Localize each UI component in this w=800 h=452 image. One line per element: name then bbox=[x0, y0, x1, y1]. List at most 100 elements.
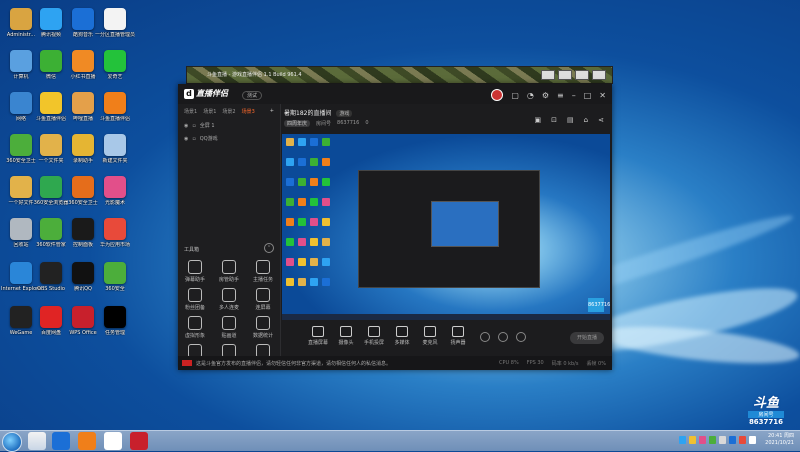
control-label: 麦克风 bbox=[422, 340, 438, 346]
explorer-taskbar-icon[interactable] bbox=[28, 432, 46, 450]
preview-desktop-icon bbox=[310, 198, 318, 206]
category-pill[interactable]: 四周年庆 bbox=[284, 120, 311, 127]
tray-icon[interactable] bbox=[679, 436, 686, 444]
notice-icon[interactable]: ⌂ bbox=[584, 116, 588, 124]
camo-btn-c[interactable] bbox=[575, 70, 589, 80]
stream-title[interactable]: 暑期182的直播间 bbox=[284, 110, 331, 117]
stream-tag[interactable]: 游戏 bbox=[336, 110, 353, 117]
preview-desktop-icon bbox=[322, 178, 330, 186]
desktop-icon-recycle[interactable]: 新建文件夹 bbox=[96, 134, 134, 164]
360-icon bbox=[104, 262, 126, 284]
desktop-icon-label: 录制助手 bbox=[72, 158, 93, 164]
tool-multi-mic[interactable]: 多人连麦 bbox=[214, 288, 244, 311]
tool-danmu[interactable]: 弹幕助手 bbox=[180, 260, 210, 283]
tool-tasks[interactable]: 主播任务 bbox=[248, 260, 278, 283]
stream-stats: CPU 8% FPS 30 码率 0 kb/s 丢帧 0% bbox=[499, 360, 612, 367]
source-item[interactable]: ◉ ▫ QQ游戏 bbox=[178, 132, 280, 145]
control-phone-cast[interactable]: 手机投屏 bbox=[360, 326, 388, 346]
layout-icon[interactable]: ▣ bbox=[535, 116, 542, 124]
tool-room-admin[interactable]: 房管助手 bbox=[214, 260, 244, 283]
tool-stats[interactable]: 数据统计 bbox=[248, 316, 278, 339]
settings-icon[interactable]: ⚙ bbox=[542, 91, 549, 100]
tray-icon[interactable] bbox=[739, 436, 746, 444]
start-button[interactable] bbox=[2, 432, 22, 452]
tray-icon[interactable] bbox=[689, 436, 696, 444]
camo-btn-b[interactable] bbox=[558, 70, 572, 80]
red-taskbar-icon[interactable] bbox=[130, 432, 148, 450]
preview-desktop-icon bbox=[322, 278, 330, 286]
control-speaker[interactable]: 扬声器 bbox=[444, 326, 472, 346]
lock-icon[interactable]: ▫ bbox=[192, 136, 195, 142]
desktop-icon-black[interactable]: 任务管理 bbox=[96, 306, 134, 336]
desktop-icon-label: 新建文件夹 bbox=[102, 158, 128, 164]
trash-icon bbox=[10, 218, 32, 240]
bell-icon[interactable]: ◔ bbox=[527, 91, 534, 100]
tray-icon[interactable] bbox=[719, 436, 726, 444]
douyu-taskbar-icon[interactable] bbox=[78, 432, 96, 450]
add-scene-icon[interactable]: + bbox=[270, 108, 274, 115]
camo-window-titlebar[interactable]: 斗鱼直播 - 游戏直播伴侣 1.1 Build 961.4 bbox=[186, 66, 613, 84]
camo-btn-a[interactable] bbox=[541, 70, 555, 80]
notice-text[interactable]: 这是斗鱼官方发布的直播伴侣，请勿轻信任何非官方渠道，请勿相信任何人的私信消息。 bbox=[196, 360, 391, 367]
eye-icon[interactable]: ◉ bbox=[184, 136, 188, 142]
gear-icon[interactable] bbox=[516, 332, 526, 342]
desktop-icon-doc[interactable]: 一分区直播管理员 bbox=[95, 8, 135, 38]
record-icon[interactable]: ▤ bbox=[567, 116, 574, 124]
avatar[interactable] bbox=[491, 89, 504, 101]
toolbox-title: 工具箱 bbox=[184, 247, 200, 253]
k-icon bbox=[72, 8, 94, 30]
source-item[interactable]: ◉ ▫ 全屏 1 bbox=[178, 119, 280, 132]
scene-tabs: 场景1 场景1 场景2 场景3 + bbox=[178, 104, 280, 119]
stream-preview[interactable]: 8637716 bbox=[282, 134, 610, 320]
maximize-icon[interactable]: □ bbox=[584, 91, 592, 100]
video-icon[interactable] bbox=[480, 332, 490, 342]
tool-link-screen[interactable]: 连屏幕 bbox=[248, 288, 278, 311]
control-mic[interactable]: 麦克风 bbox=[416, 326, 444, 346]
skin-icon[interactable]: ▢ bbox=[511, 91, 519, 100]
desktop-icon-label: 小红书直播 bbox=[70, 74, 96, 80]
scene-tab-active[interactable]: 场景3 bbox=[242, 108, 255, 115]
scene-tab[interactable]: 场景1 bbox=[203, 108, 216, 115]
tool-label: 连屏幕 bbox=[255, 305, 271, 311]
camo-btn-d[interactable] bbox=[592, 70, 606, 80]
control-label: 扬声器 bbox=[450, 340, 466, 346]
control-media[interactable]: 多媒体 bbox=[388, 326, 416, 346]
tray-icon[interactable] bbox=[699, 436, 706, 444]
minimize-icon[interactable]: – bbox=[572, 91, 576, 100]
desktop-icon-360c[interactable]: 360安全 bbox=[96, 262, 134, 292]
desktop-icon-iqiyi[interactable]: 爱奇艺 bbox=[96, 50, 134, 80]
desktop-icon-douyu[interactable]: 斗鱼直播伴侣 bbox=[96, 92, 134, 122]
preview-desktop-icon bbox=[286, 178, 294, 186]
toolbox-collapse-icon[interactable]: ⌃ bbox=[264, 243, 274, 253]
tray-icon[interactable] bbox=[729, 436, 736, 444]
lock-icon[interactable]: ⊡ bbox=[551, 116, 557, 124]
source-label: QQ游戏 bbox=[199, 136, 218, 142]
tool-sticker[interactable]: 贴画道 bbox=[214, 316, 244, 339]
scene-tab[interactable]: 场景2 bbox=[222, 108, 235, 115]
menu-icon[interactable]: ≡ bbox=[557, 91, 564, 100]
control-screen[interactable]: 直播屏幕 bbox=[304, 326, 332, 346]
desktop-icon-color[interactable]: 光影魔术 bbox=[96, 176, 134, 206]
eye-icon[interactable]: ◉ bbox=[184, 123, 188, 129]
version-badge[interactable]: 测试 bbox=[242, 91, 263, 100]
kugou-taskbar-icon[interactable] bbox=[52, 432, 70, 450]
scene-tab[interactable]: 场景1 bbox=[184, 108, 197, 115]
preview-desktop-icon bbox=[298, 238, 306, 246]
go-live-button[interactable]: 开始直播 bbox=[570, 332, 604, 344]
desktop-icon-hua[interactable]: 华为应用市场 bbox=[96, 218, 134, 248]
volume-icon[interactable] bbox=[749, 436, 756, 444]
app-logo: d 直播伴侣 bbox=[184, 88, 228, 99]
desktop-icon-label: OBS Studio bbox=[37, 286, 65, 292]
control-camera[interactable]: 摄像头 bbox=[332, 326, 360, 346]
lock-icon[interactable]: ▫ bbox=[192, 123, 195, 129]
tool-fans[interactable]: 粉丝团备 bbox=[180, 288, 210, 311]
tool-label: 多人连麦 bbox=[218, 305, 239, 311]
tray-icon[interactable] bbox=[709, 436, 716, 444]
tool-avatar[interactable]: 虚拟形象 bbox=[180, 316, 210, 339]
taskbar-clock[interactable]: 20:41 周四 2021/10/21 bbox=[765, 433, 794, 447]
app-taskbar-icon[interactable] bbox=[104, 432, 122, 450]
desktop-icon-label: 哔哩直播 bbox=[72, 116, 93, 122]
record-circle-icon[interactable] bbox=[498, 332, 508, 342]
close-icon[interactable]: ✕ bbox=[599, 91, 606, 100]
share-icon[interactable]: ⋖ bbox=[598, 116, 604, 124]
